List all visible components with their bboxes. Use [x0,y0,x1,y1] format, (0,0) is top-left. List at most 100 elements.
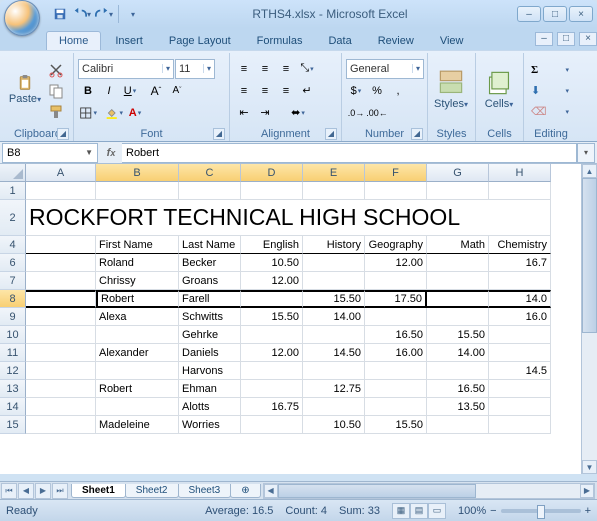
row-header-15[interactable]: 15 [0,416,26,434]
cell[interactable]: First Name [96,236,179,254]
scroll-right-button[interactable]: ▶ [580,484,594,498]
cell[interactable]: 17.50 [365,290,427,308]
cell[interactable]: Robert [96,290,179,308]
align-top-button[interactable]: ≡ [234,59,254,79]
fill-color-button[interactable]: ▾ [104,103,124,123]
cell[interactable] [427,254,489,272]
align-center-button[interactable]: ≡ [255,81,275,101]
cell[interactable]: Robert [96,380,179,398]
cell[interactable]: Schwitts [179,308,241,326]
ribbon-tab-formulas[interactable]: Formulas [245,32,315,50]
cell[interactable] [365,272,427,290]
tab-nav-prev[interactable]: ◀ [18,483,34,499]
select-all-corner[interactable] [0,164,26,182]
grid[interactable]: ABCDEFGH12ROCKFORT TECHNICAL HIGH SCHOOL… [0,164,597,434]
col-header-B[interactable]: B [96,164,179,182]
cell[interactable] [241,290,303,308]
vscroll-thumb[interactable] [582,178,597,333]
row-header-8[interactable]: 8 [0,290,26,308]
increase-decimal-button[interactable]: .0→ [346,103,366,123]
cell[interactable]: Becker [179,254,241,272]
merge-button[interactable]: ⬌▾ [276,103,320,123]
row-header-13[interactable]: 13 [0,380,26,398]
formula-input[interactable]: Robert [122,143,577,163]
cell[interactable]: Daniels [179,344,241,362]
cell[interactable]: 14.00 [427,344,489,362]
increase-indent-button[interactable]: ⇥ [255,103,275,123]
cell[interactable] [303,272,365,290]
orientation-button[interactable]: ⤡▾ [297,59,317,79]
cell[interactable] [179,182,241,200]
cell[interactable]: Geography [365,236,427,254]
col-header-D[interactable]: D [241,164,303,182]
decrease-font-button[interactable]: Aˇ [167,81,187,101]
insert-sheet-button[interactable]: ⊕ [230,484,260,498]
cell[interactable] [365,308,427,326]
col-header-F[interactable]: F [365,164,427,182]
cell[interactable]: 12.00 [241,272,303,290]
close-button[interactable]: × [569,6,593,22]
cell[interactable] [489,380,551,398]
cell[interactable]: 16.50 [365,326,427,344]
font-color-button[interactable]: A▾ [125,103,145,123]
doc-restore-button[interactable]: □ [557,32,575,46]
cell[interactable]: 15.50 [427,326,489,344]
cell[interactable] [489,416,551,434]
font-size-combo[interactable]: 11▾ [175,59,215,79]
cell[interactable] [26,362,96,380]
cell[interactable] [241,380,303,398]
italic-button[interactable]: I [99,81,119,101]
wrap-text-button[interactable]: ↵ [297,81,317,101]
cell[interactable] [26,380,96,398]
cell[interactable] [365,398,427,416]
decrease-indent-button[interactable]: ⇤ [234,103,254,123]
cell[interactable]: 14.0 [489,290,551,308]
cell[interactable] [489,182,551,200]
cell[interactable]: 15.50 [241,308,303,326]
cell[interactable] [241,416,303,434]
col-header-E[interactable]: E [303,164,365,182]
cell[interactable]: 16.75 [241,398,303,416]
row-header-14[interactable]: 14 [0,398,26,416]
cell[interactable]: Math [427,236,489,254]
cell[interactable]: Last Name [179,236,241,254]
cell[interactable] [96,326,179,344]
cell[interactable]: Madeleine [96,416,179,434]
ribbon-tab-review[interactable]: Review [366,32,426,50]
cell[interactable]: Alexa [96,308,179,326]
row-header-1[interactable]: 1 [0,182,26,200]
col-header-H[interactable]: H [489,164,551,182]
align-bottom-button[interactable]: ≡ [276,59,296,79]
row-header-7[interactable]: 7 [0,272,26,290]
cell[interactable] [26,236,96,254]
cell[interactable]: Ehman [179,380,241,398]
cell[interactable]: 16.7 [489,254,551,272]
cell[interactable] [96,182,179,200]
styles-button[interactable]: Styles [432,55,470,126]
cell[interactable]: Roland [96,254,179,272]
align-middle-button[interactable]: ≡ [255,59,275,79]
cell[interactable] [303,182,365,200]
number-format-combo[interactable]: General▾ [346,59,424,79]
underline-button[interactable]: U▾ [120,81,140,101]
row-header-4[interactable]: 4 [0,236,26,254]
doc-close-button[interactable]: × [579,32,597,46]
tab-nav-last[interactable]: ⏭ [52,483,68,499]
cell[interactable] [26,416,96,434]
cell[interactable]: 15.50 [365,416,427,434]
scroll-left-button[interactable]: ◀ [264,484,278,498]
bold-button[interactable]: B [78,81,98,101]
office-button[interactable] [4,0,40,36]
cell[interactable] [365,380,427,398]
cell[interactable]: English [241,236,303,254]
vertical-scrollbar[interactable]: ▲ ▼ [581,164,597,474]
horizontal-scrollbar[interactable]: ◀ ▶ [263,483,595,499]
cell[interactable] [241,326,303,344]
col-header-G[interactable]: G [427,164,489,182]
cell[interactable]: 15.50 [303,290,365,308]
cell[interactable] [303,254,365,272]
fill-button[interactable]: ⬇▾ [528,81,572,101]
expand-formula-bar-button[interactable]: ▾ [577,143,595,163]
qat-customize-icon[interactable] [123,4,143,24]
normal-view-button[interactable]: ▦ [392,503,410,519]
